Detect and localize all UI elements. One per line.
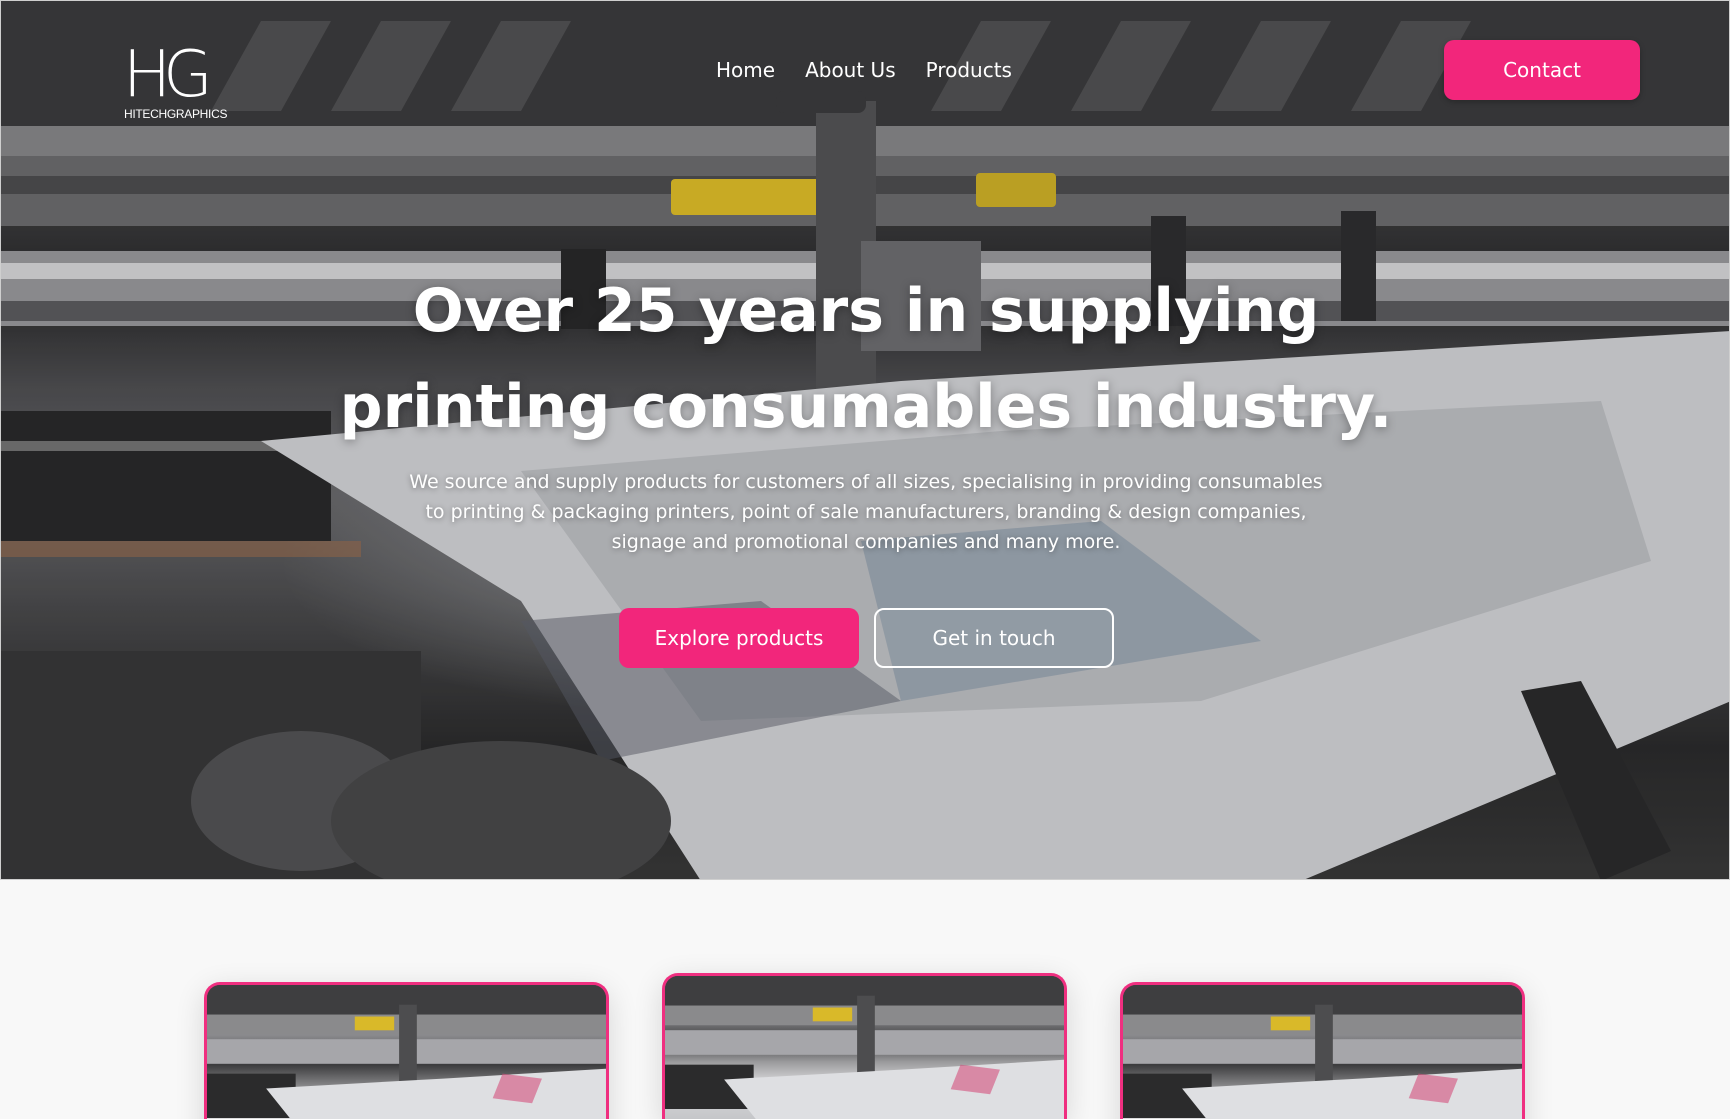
hero-description-line-3: signage and promotional companies and ma… xyxy=(611,531,1121,553)
product-card-image xyxy=(665,976,1064,1119)
hero-section: HG HITECHGRAPHICS Home About Us Products… xyxy=(0,0,1730,880)
hero-description-line-1: We source and supply products for custom… xyxy=(409,471,1323,493)
nav-about-us[interactable]: About Us xyxy=(805,55,896,85)
hero-actions: Explore products Get in touch xyxy=(619,608,1114,668)
hero-headline: Over 25 years in supplying printing cons… xyxy=(1,263,1729,455)
hero-headline-line-1: Over 25 years in supplying xyxy=(412,276,1320,346)
hero-headline-line-2: printing consumables industry. xyxy=(339,372,1393,442)
brand-logo[interactable]: HG HITECHGRAPHICS xyxy=(123,43,233,123)
product-card-image xyxy=(1123,985,1522,1119)
product-card[interactable] xyxy=(1120,982,1525,1119)
hero-description: We source and supply products for custom… xyxy=(366,467,1366,557)
explore-products-button[interactable]: Explore products xyxy=(619,608,859,668)
product-card[interactable] xyxy=(204,982,609,1119)
nav-products[interactable]: Products xyxy=(926,55,1012,85)
product-card[interactable] xyxy=(662,973,1067,1119)
get-in-touch-button[interactable]: Get in touch xyxy=(874,608,1114,668)
product-card-image xyxy=(207,985,606,1119)
main-nav: Home About Us Products xyxy=(716,55,1012,85)
logo-text: HITECHGRAPHICS xyxy=(124,107,228,121)
contact-button[interactable]: Contact xyxy=(1444,40,1640,100)
logo-mark: HG xyxy=(123,38,213,112)
nav-home[interactable]: Home xyxy=(716,55,775,85)
hero-description-line-2: to printing & packaging printers, point … xyxy=(425,501,1307,523)
product-cards-section xyxy=(0,880,1730,1119)
